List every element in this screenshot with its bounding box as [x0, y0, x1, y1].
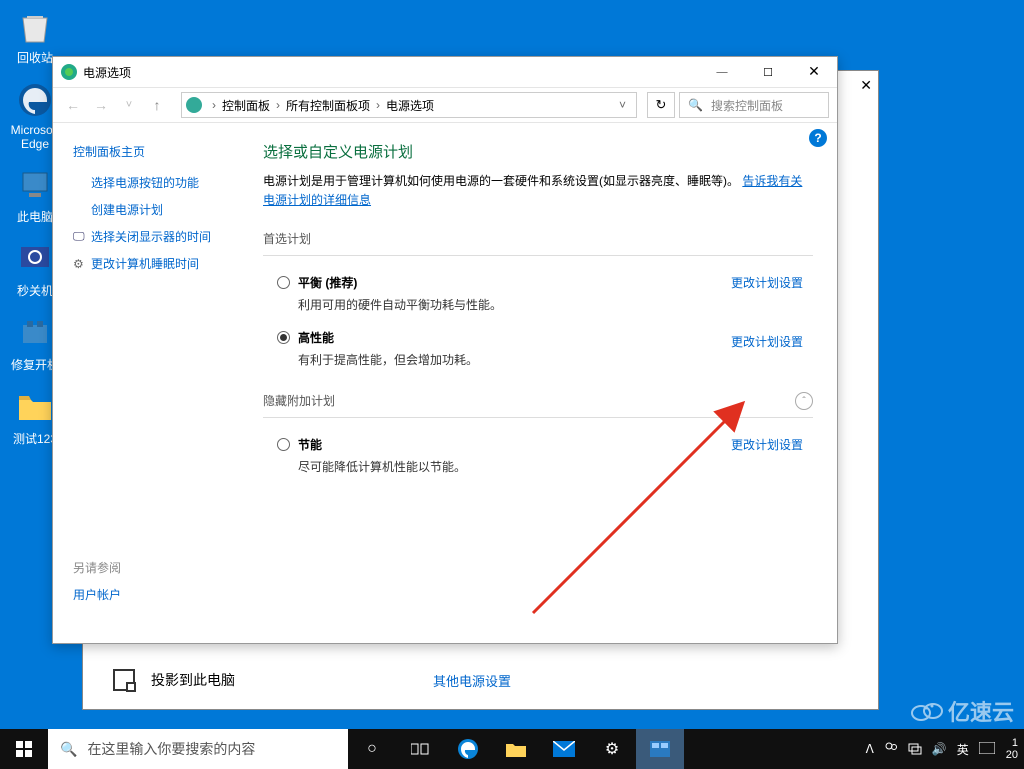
tray-ime[interactable]: 英 — [952, 741, 974, 758]
edge-icon — [15, 80, 55, 120]
search-icon: 🔍 — [688, 98, 703, 112]
power-options-icon — [61, 64, 77, 80]
plan-desc: 利用可用的硬件自动平衡功耗与性能。 — [298, 296, 693, 313]
chevron-right-icon: › — [372, 98, 384, 112]
chevron-right-icon: › — [272, 98, 284, 112]
folder-icon — [15, 387, 55, 427]
help-icon[interactable]: ? — [809, 129, 827, 147]
annotation-arrow — [513, 383, 773, 623]
main-content: ? 选择或自定义电源计划 电源计划是用于管理计算机如何使用电源的一套硬件和系统设… — [263, 123, 837, 643]
system-tray: ᐱ 🔊 英 1 20 — [861, 737, 1024, 761]
taskbar-search[interactable]: 🔍 在这里输入你要搜索的内容 — [48, 729, 348, 769]
address-bar[interactable]: › 控制面板 › 所有控制面板项 › 电源选项 ˅ — [181, 92, 637, 118]
desktop-label: 测试123 — [13, 430, 57, 447]
plan-desc: 尽可能降低计算机性能以节能。 — [298, 458, 693, 475]
cortana-button[interactable]: ○ — [348, 729, 396, 769]
taskbar-control-panel[interactable] — [636, 729, 684, 769]
monitor-icon: 🖵 — [73, 229, 91, 244]
see-also-title: 另请参阅 — [73, 559, 243, 576]
project-to-pc-label[interactable]: 投影到此电脑 — [151, 670, 235, 690]
sidebar: 控制面板主页 选择电源按钮的功能 创建电源计划 🖵选择关闭显示器的时间 ⚙更改计… — [53, 123, 263, 643]
page-heading: 选择或自定义电源计划 — [263, 141, 813, 162]
breadcrumb-item[interactable]: 电源选项 — [384, 97, 436, 114]
page-description: 电源计划是用于管理计算机如何使用电源的一套硬件和系统设置(如显示器亮度、睡眠等)… — [263, 172, 813, 210]
collapse-button[interactable]: ˆ — [795, 392, 813, 410]
power-plan-balanced: 平衡 (推荐) 利用可用的硬件自动平衡功耗与性能。 — [277, 274, 693, 313]
tray-up-icon[interactable]: ᐱ — [861, 742, 879, 756]
plan-name: 平衡 (推荐) — [298, 274, 357, 291]
sidebar-item-button-action[interactable]: 选择电源按钮的功能 — [73, 174, 243, 191]
search-placeholder: 搜索控制面板 — [711, 97, 783, 114]
recycle-bin-icon — [15, 6, 55, 46]
titlebar: 电源选项 — ☐ ✕ — [53, 57, 837, 87]
address-dropdown-icon[interactable]: ˅ — [613, 98, 632, 112]
desktop-label: 秒关机 — [17, 282, 53, 299]
radio-balanced[interactable] — [277, 276, 290, 289]
nav-up-icon[interactable]: ↑ — [145, 93, 169, 117]
repair-icon — [15, 313, 55, 353]
desktop-label: 此电脑 — [17, 208, 53, 225]
power-plan-high-performance: 高性能 有利于提高性能，但会增加功耗。 — [277, 329, 693, 368]
change-plan-settings-link[interactable]: 更改计划设置 — [693, 436, 803, 453]
navigation-row: ← → ˅ ↑ › 控制面板 › 所有控制面板项 › 电源选项 ˅ ↻ 🔍 搜索… — [53, 87, 837, 123]
address-icon — [186, 97, 202, 113]
breadcrumb-item[interactable]: 所有控制面板项 — [284, 97, 372, 114]
gear-icon: ⚙ — [73, 257, 91, 271]
project-icon — [113, 669, 135, 691]
taskbar-edge[interactable] — [444, 729, 492, 769]
control-panel-home-link[interactable]: 控制面板主页 — [73, 143, 243, 160]
desktop-label: 回收站 — [17, 49, 53, 66]
search-icon: 🔍 — [60, 741, 77, 758]
computer-icon — [15, 165, 55, 205]
plan-name: 高性能 — [298, 329, 334, 346]
radio-energy-saver[interactable] — [277, 438, 290, 451]
other-power-settings-link[interactable]: 其他电源设置 — [433, 671, 511, 690]
chevron-right-icon: › — [208, 98, 220, 112]
tray-clock[interactable]: 1 20 — [1000, 737, 1024, 761]
task-view-button[interactable] — [396, 729, 444, 769]
taskbar-explorer[interactable] — [492, 729, 540, 769]
maximize-button[interactable]: ☐ — [745, 57, 791, 87]
start-button[interactable] — [0, 729, 48, 769]
up-button[interactable]: ˅ — [117, 93, 141, 117]
sidebar-item-sleep-time[interactable]: ⚙更改计算机睡眠时间 — [73, 255, 243, 272]
change-plan-settings-link[interactable]: 更改计划设置 — [693, 274, 803, 291]
power-plan-energy-saver: 节能 尽可能降低计算机性能以节能。 — [277, 436, 693, 475]
tray-keyboard-icon[interactable] — [974, 742, 1000, 757]
power-options-window: 电源选项 — ☐ ✕ ← → ˅ ↑ › 控制面板 › 所有控制面板项 › 电源… — [52, 56, 838, 644]
sidebar-item-create-plan[interactable]: 创建电源计划 — [73, 201, 243, 218]
taskbar: 🔍 在这里输入你要搜索的内容 ○ ⚙ ᐱ 🔊 英 1 20 — [0, 729, 1024, 769]
refresh-button[interactable]: ↻ — [647, 92, 675, 118]
breadcrumb-item[interactable]: 控制面板 — [220, 97, 272, 114]
taskbar-settings[interactable]: ⚙ — [588, 729, 636, 769]
plan-name: 节能 — [298, 436, 322, 453]
divider — [263, 417, 813, 418]
tray-people-icon[interactable] — [879, 741, 903, 758]
taskbar-mail[interactable] — [540, 729, 588, 769]
tray-network-icon[interactable] — [903, 741, 927, 758]
back-button[interactable]: ← — [61, 93, 85, 117]
tray-volume-icon[interactable]: 🔊 — [927, 742, 952, 756]
watermark: 亿速云 — [910, 695, 1014, 727]
close-icon[interactable]: ✕ — [860, 77, 872, 94]
minimize-button[interactable]: — — [699, 57, 745, 87]
windows-icon — [16, 741, 32, 757]
shutdown-icon — [15, 239, 55, 279]
change-plan-settings-link[interactable]: 更改计划设置 — [693, 333, 803, 350]
search-input[interactable]: 🔍 搜索控制面板 — [679, 92, 829, 118]
search-placeholder: 在这里输入你要搜索的内容 — [87, 739, 255, 759]
forward-button[interactable]: → — [89, 93, 113, 117]
preferred-plans-label: 首选计划 — [263, 230, 813, 247]
plan-desc: 有利于提高性能，但会增加功耗。 — [298, 351, 693, 368]
close-button[interactable]: ✕ — [791, 57, 837, 87]
divider — [263, 255, 813, 256]
radio-high-performance[interactable] — [277, 331, 290, 344]
sidebar-item-display-off[interactable]: 🖵选择关闭显示器的时间 — [73, 228, 243, 245]
window-title: 电源选项 — [83, 64, 131, 81]
user-accounts-link[interactable]: 用户帐户 — [73, 586, 243, 603]
hidden-plans-label: 隐藏附加计划 — [263, 392, 795, 409]
